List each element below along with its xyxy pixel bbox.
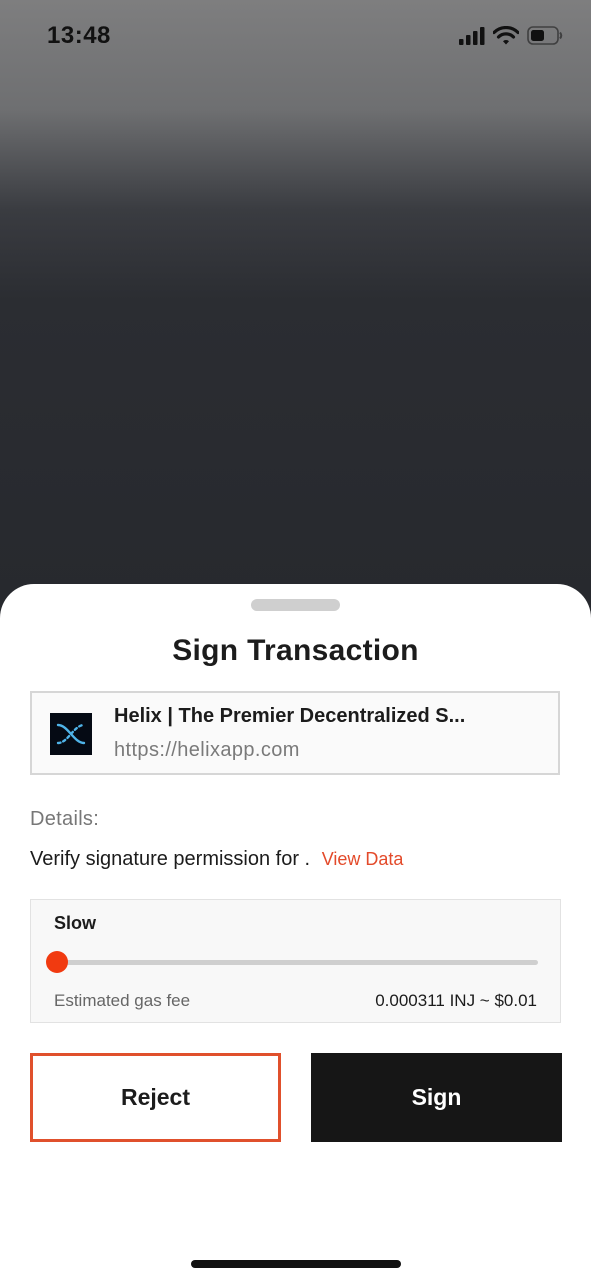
fee-speed-slider[interactable] (57, 960, 538, 965)
estimated-gas-fee-value: 0.000311 INJ ~ $0.01 (375, 991, 537, 1010)
wifi-icon (493, 26, 519, 45)
details-label: Details: (30, 808, 100, 830)
fee-speed-label: Slow (54, 913, 97, 933)
details-description: Verify signature permission for . (30, 848, 311, 870)
gas-fee-panel: Slow Estimated gas fee 0.000311 INJ ~ $0… (30, 899, 561, 1023)
status-bar: 13:48 (0, 0, 591, 76)
details-text: Verify signature permission for . View D… (30, 848, 403, 871)
reject-button[interactable]: Reject (30, 1053, 281, 1142)
sign-button[interactable]: Sign (311, 1053, 562, 1142)
estimated-gas-fee-label: Estimated gas fee (54, 991, 191, 1010)
site-info-card: Helix | The Premier Decentralized S... h… (30, 691, 560, 775)
fee-speed-slider-thumb[interactable] (46, 951, 68, 973)
battery-icon (527, 26, 563, 45)
site-url: https://helixapp.com (114, 739, 300, 761)
status-time: 13:48 (47, 22, 111, 49)
cellular-signal-icon (459, 26, 485, 45)
site-title: Helix | The Premier Decentralized S... (114, 705, 466, 727)
sign-transaction-sheet: Sign Transaction Helix | The Premier Dec… (0, 584, 591, 1280)
sheet-title: Sign Transaction (172, 634, 419, 667)
home-indicator[interactable] (191, 1260, 401, 1268)
sheet-grabber[interactable] (251, 599, 340, 611)
status-icons (459, 26, 563, 45)
view-data-link[interactable]: View Data (322, 849, 404, 869)
helix-logo-icon (50, 713, 92, 755)
